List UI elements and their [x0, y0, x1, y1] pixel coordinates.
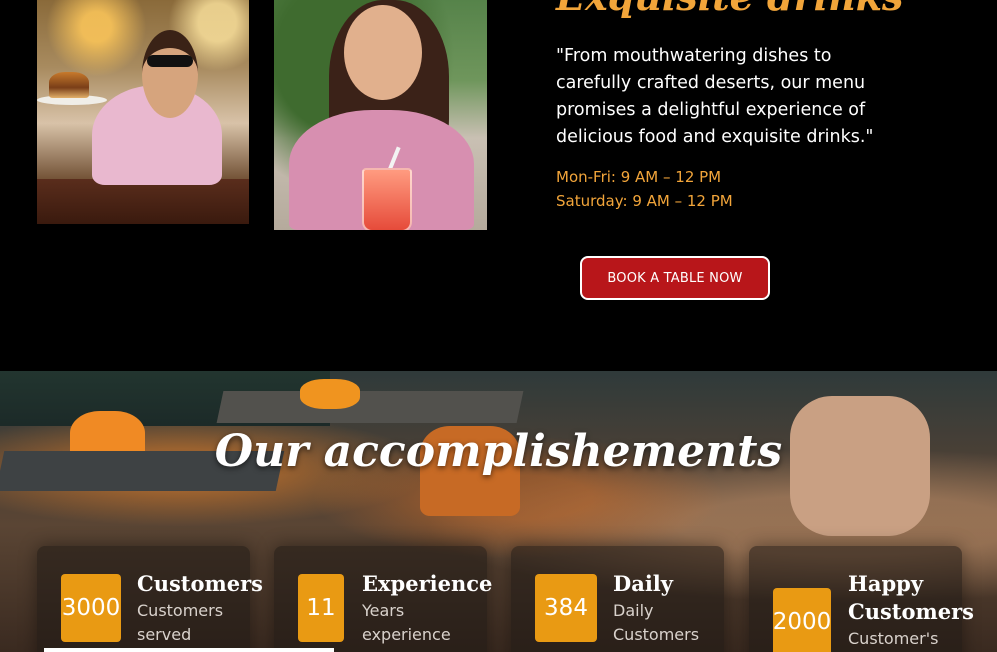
drink-glass-shape [362, 168, 412, 230]
stat-subtitle: Customer's [848, 629, 939, 648]
woman-with-drink-photo [274, 0, 487, 230]
background-chair [300, 379, 360, 409]
stat-title: Daily [613, 571, 673, 596]
book-table-button[interactable]: BOOK A TABLE NOW [580, 256, 770, 300]
woman-with-burger-photo [37, 0, 249, 224]
stat-subtitle: Years experience [362, 601, 451, 644]
table-shape [37, 179, 249, 224]
stat-title: Customers [137, 571, 263, 596]
stat-card-happy-customers: 2000 Happy Customers Customer's [749, 546, 974, 652]
stat-value: 384 [535, 574, 597, 642]
figure-head [142, 30, 198, 118]
stat-value: 11 [298, 574, 344, 642]
background-table [216, 391, 524, 423]
stat-subtitle: Daily Customers [613, 601, 700, 644]
accomplishments-section: Our accomplishements 3000 Customers Cust… [0, 371, 997, 652]
hero-section: Exquisite drinks "From mouthwatering dis… [0, 0, 997, 371]
stat-card-daily: 384 Daily Daily Customers [511, 546, 724, 652]
menu-quote: "From mouthwatering dishes to carefully … [556, 46, 874, 147]
figure-head [344, 5, 422, 100]
stat-subtitle: Customers served [137, 601, 224, 644]
accomplishments-title: Our accomplishements [214, 426, 783, 477]
stat-value: 2000 [773, 588, 831, 652]
hours-weekdays: Mon-Fri: 9 AM – 12 PM [556, 168, 722, 186]
stat-card-customers: 3000 Customers Customers served [37, 546, 263, 652]
stat-card-experience: 11 Experience Years experience [274, 546, 492, 652]
stat-title: Happy Customers [848, 571, 974, 624]
sunglasses-shape [147, 55, 193, 67]
burger-shape [49, 72, 89, 98]
hours-saturday: Saturday: 9 AM – 12 PM [556, 192, 733, 210]
bottom-strip [44, 648, 334, 652]
section-heading: Exquisite drinks [556, 0, 903, 19]
stat-title: Experience [362, 571, 493, 596]
stat-value: 3000 [61, 574, 121, 642]
